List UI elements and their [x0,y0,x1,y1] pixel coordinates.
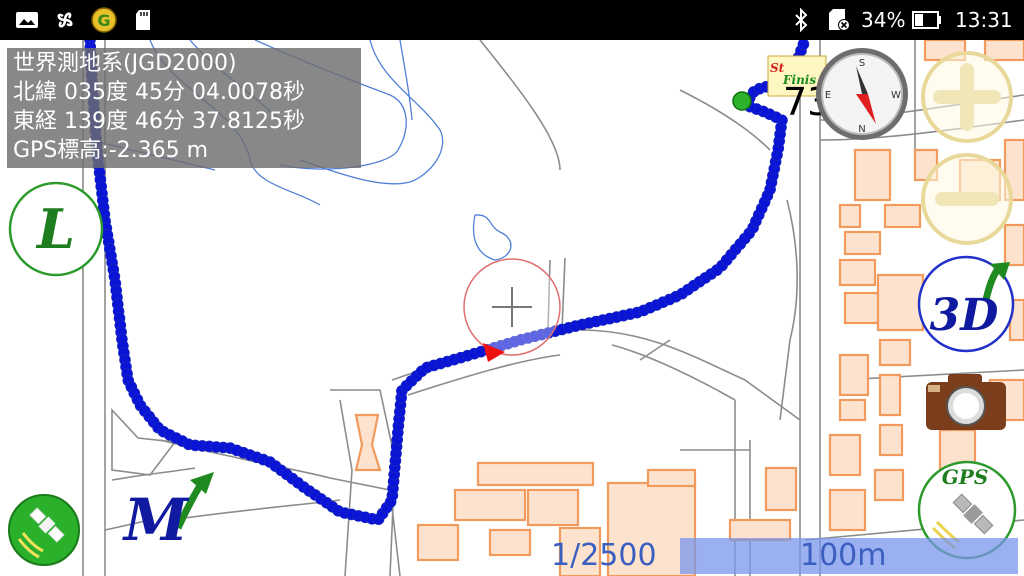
zoom-in-icon [921,51,1013,143]
satellite-button[interactable] [7,493,81,567]
svg-text:G: G [97,11,110,30]
svg-text:3D: 3D [930,290,999,341]
3d-button[interactable]: 3D [916,252,1018,354]
scale-bar-label: 100m [800,538,887,573]
datum-label: 世界測地系(JGD2000) [13,51,237,76]
sd-card-icon [132,8,154,32]
battery-icon [911,8,943,32]
svg-text:E: E [825,90,831,101]
m-button[interactable]: M [118,466,220,554]
svg-text:M: M [122,486,190,546]
svg-text:L: L [35,197,75,261]
zoom-out-button[interactable] [918,150,1016,248]
app-badge-icon: G [90,7,118,33]
bluetooth-icon [790,8,812,32]
latitude-readout: 北緯 035度 45分 04.0078秒 [13,80,305,105]
clock: 13:31 [955,8,1013,32]
start-point-icon [732,91,752,111]
svg-text:GPS: GPS [942,465,989,489]
compass-icon[interactable]: S N E W [814,46,910,142]
svg-text:S: S [859,58,865,69]
zoom-out-icon [921,153,1013,245]
camera-icon[interactable] [920,370,1012,432]
track-point [797,40,810,50]
svg-text:N: N [858,124,865,135]
zoom-in-button[interactable] [918,48,1016,146]
longitude-readout: 東経 139度 46分 37.8125秒 [13,109,305,134]
gps-altitude-readout: GPS標高:-2.365 m [13,138,209,163]
map-scale: 1/2500 [551,538,657,573]
sim-card-icon [826,8,852,32]
l-button[interactable]: L [7,180,105,278]
svg-text:W: W [891,90,901,101]
pinwheel-icon [52,8,78,32]
gallery-icon [14,8,40,32]
battery-percent: 34% [861,8,906,32]
coordinate-panel: 世界測地系(JGD2000) 北緯 035度 45分 04.0078秒 東経 1… [7,48,361,168]
status-bar: G 34% 13:31 [0,0,1024,40]
